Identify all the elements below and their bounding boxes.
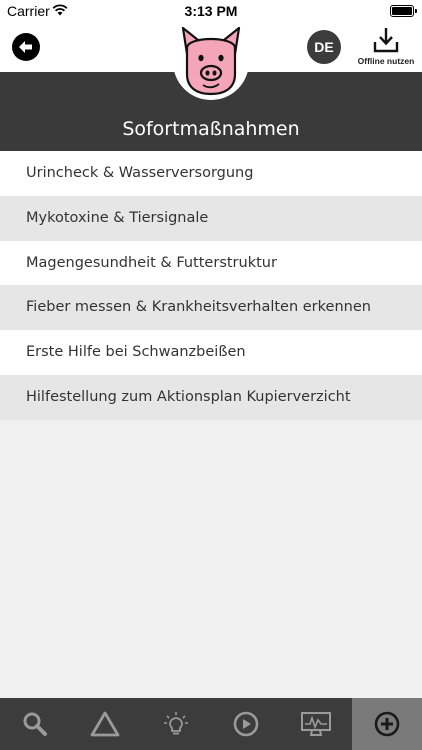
tab-warning[interactable] (70, 698, 140, 750)
monitor-chart-icon (301, 712, 332, 736)
warning-triangle-icon (91, 711, 120, 737)
battery-icon (390, 5, 417, 17)
language-button[interactable]: DE (307, 30, 341, 64)
offline-button[interactable]: Offline nutzen (354, 26, 418, 70)
play-circle-icon (233, 711, 259, 737)
tab-add[interactable] (351, 698, 422, 750)
status-bar: Carrier 3:13 PM (0, 0, 422, 22)
list-item[interactable]: Urincheck & Wasserversorgung (0, 151, 422, 196)
pig-logo-icon (181, 26, 241, 96)
tab-search[interactable] (0, 698, 70, 750)
tab-bar (0, 698, 422, 750)
tab-tips[interactable] (141, 698, 211, 750)
plus-circle-icon (374, 711, 400, 737)
tab-monitor[interactable] (281, 698, 351, 750)
list-item[interactable]: Hilfestellung zum Aktionsplan Kupierverz… (0, 374, 422, 420)
list-item[interactable]: Erste Hilfe bei Schwanzbeißen (0, 330, 422, 375)
page-title: Sofortmaßnahmen (122, 118, 300, 140)
app-logo (173, 24, 249, 100)
back-button[interactable] (12, 33, 40, 61)
search-icon (23, 712, 48, 736)
list-item[interactable]: Mykotoxine & Tiersignale (0, 195, 422, 241)
list-item[interactable]: Magengesundheit & Futterstruktur (0, 240, 422, 286)
download-icon (373, 28, 399, 53)
arrow-left-icon (19, 41, 32, 53)
clock: 3:13 PM (184, 3, 238, 19)
lightbulb-icon (163, 712, 188, 735)
list-item[interactable]: Fieber messen & Krankheitsverhalten erke… (0, 285, 422, 331)
tab-video[interactable] (211, 698, 281, 750)
offline-label: Offline nutzen (357, 56, 415, 66)
menu-list: Urincheck & Wasserversorgung Mykotoxine … (0, 151, 422, 420)
